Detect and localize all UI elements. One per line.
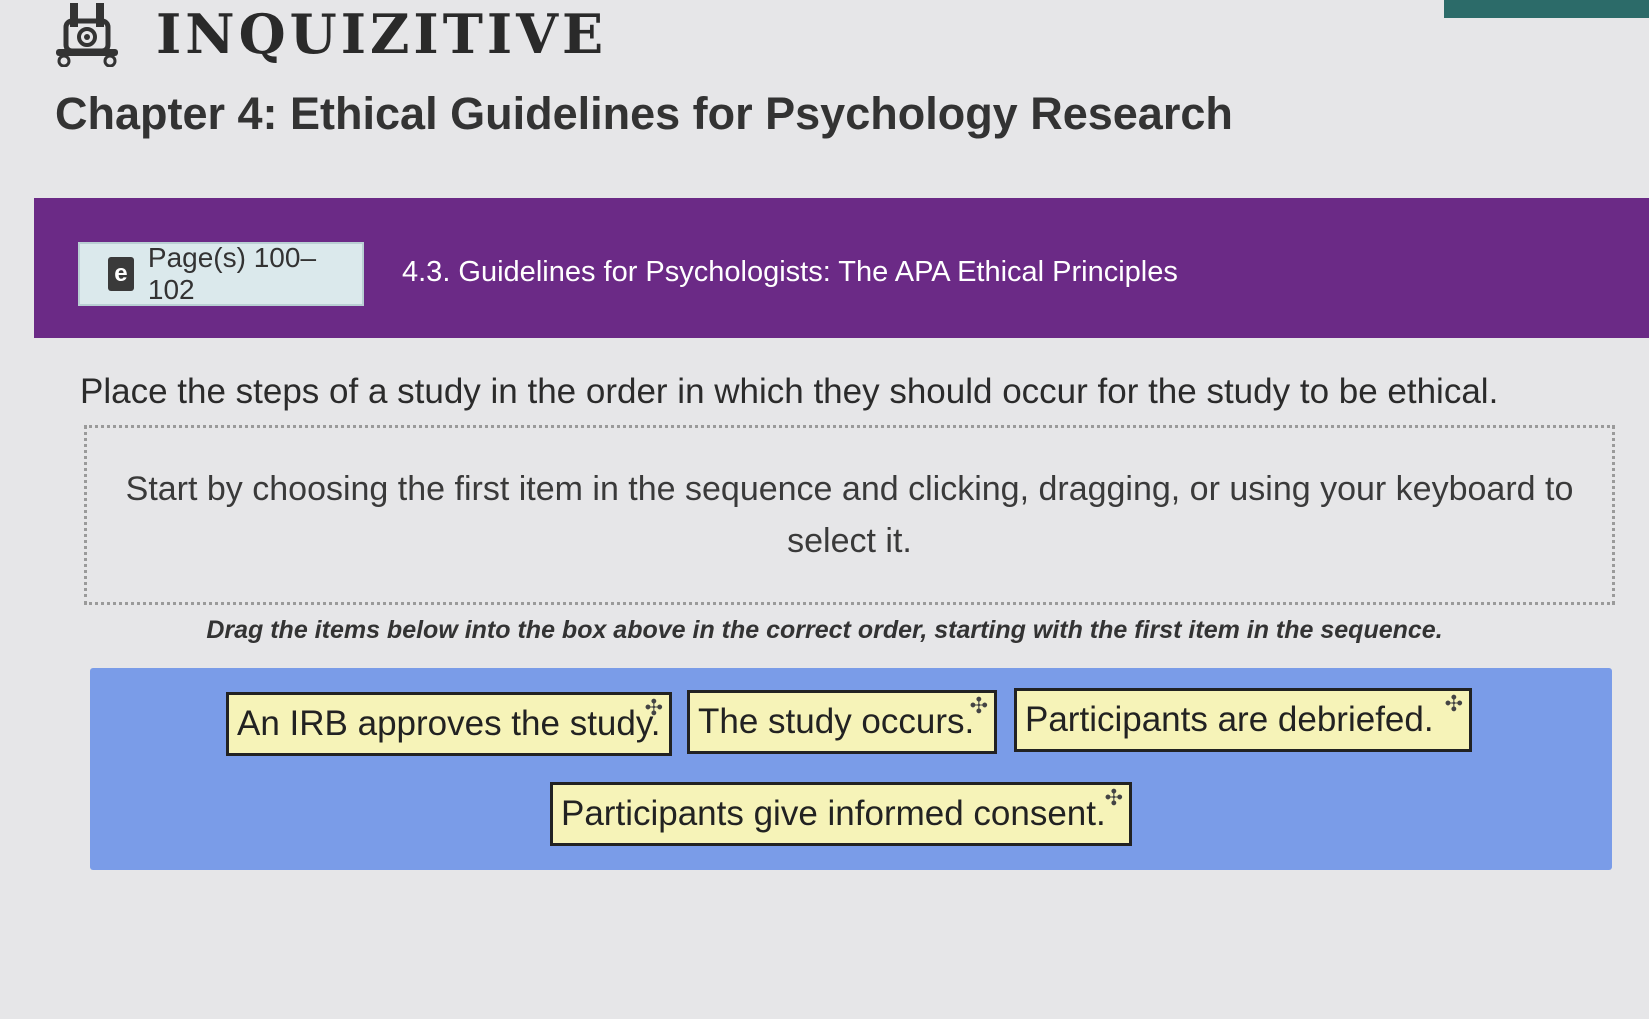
ebook-icon: e <box>108 257 134 291</box>
item-label: Participants are debriefed. <box>1025 700 1434 739</box>
page-reference-button[interactable]: e Page(s) 100–102 <box>78 242 364 306</box>
draggable-item[interactable]: The study occurs. ✣ <box>687 690 997 754</box>
move-icon: ✣ <box>1104 785 1123 810</box>
item-label: The study occurs. <box>698 702 975 741</box>
section-banner: e Page(s) 100–102 4.3. Guidelines for Ps… <box>34 198 1649 338</box>
move-icon: ✣ <box>644 695 663 720</box>
item-label: An IRB approves the study. <box>237 704 661 743</box>
dropzone-hint: Start by choosing the first item in the … <box>125 470 1574 560</box>
move-icon: ✣ <box>1444 691 1463 716</box>
question-prompt: Place the steps of a study in the order … <box>80 372 1499 411</box>
draggable-item[interactable]: Participants are debriefed. ✣ <box>1014 688 1472 752</box>
draggable-item[interactable]: Participants give informed consent. ✣ <box>550 782 1132 846</box>
item-label: Participants give informed consent. <box>561 794 1106 833</box>
brand-header: INQUIZITIVE <box>52 0 607 68</box>
inquizitive-logo-icon <box>56 3 118 67</box>
move-icon: ✣ <box>969 693 988 718</box>
page-reference-label: Page(s) 100–102 <box>147 242 317 305</box>
top-accent-bar <box>1444 0 1649 18</box>
chapter-title: Chapter 4: Ethical Guidelines for Psycho… <box>55 88 1233 139</box>
drag-instruction: Drag the items below into the box above … <box>206 616 1443 644</box>
section-title: 4.3. Guidelines for Psychologists: The A… <box>402 256 1178 288</box>
draggable-item[interactable]: An IRB approves the study. ✣ <box>226 692 672 756</box>
brand-name: INQUIZITIVE <box>156 2 608 66</box>
item-pool: An IRB approves the study. ✣ The study o… <box>90 668 1612 870</box>
sequence-dropzone[interactable]: Start by choosing the first item in the … <box>84 425 1615 605</box>
